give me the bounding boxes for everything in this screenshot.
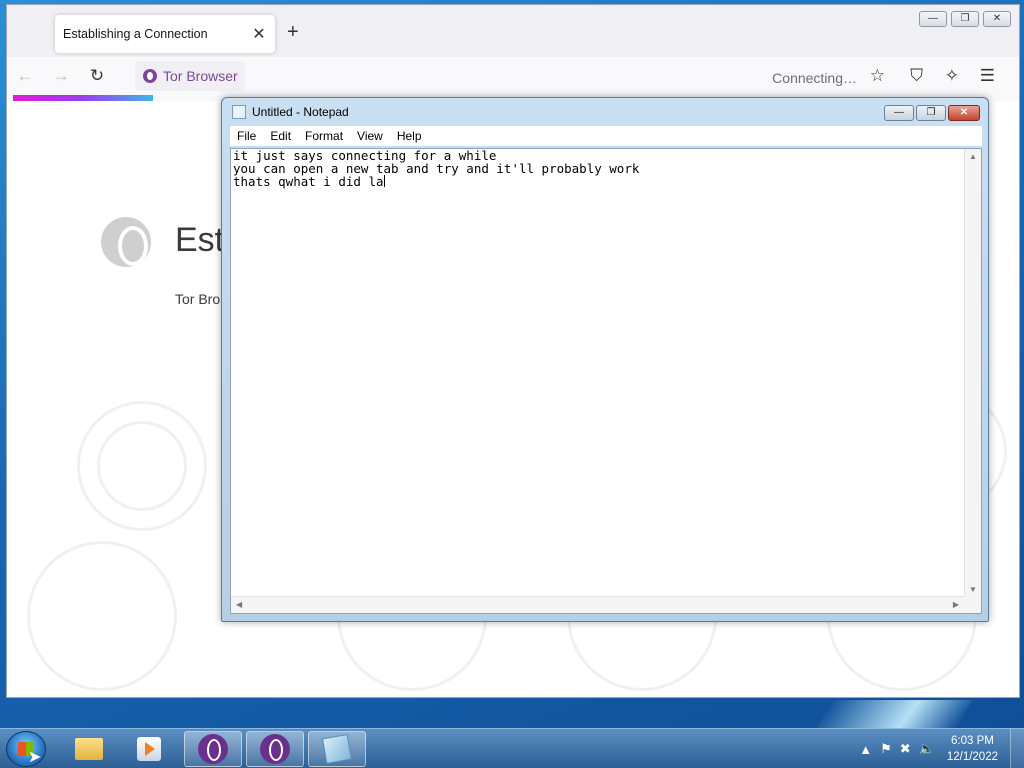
taskbar: ➤ ▲ ⚑ ✖ 🔈 6:03 PM 12/1/2022 [0,728,1024,768]
reload-icon[interactable]: ↻ [79,66,115,86]
taskbar-media-player[interactable] [120,731,178,767]
hamburger-menu-icon[interactable]: ☰ [980,66,995,86]
text-caret [383,175,385,187]
tab-close-icon[interactable]: ✕ [251,24,267,44]
new-tab-button[interactable]: + [287,21,299,44]
folder-icon [75,738,103,760]
background-ring [27,541,177,691]
tor-onion-icon [143,69,157,83]
tor-logo-icon [101,217,151,267]
minimize-button[interactable]: — [919,11,947,27]
mouse-cursor-icon: ➤ [28,749,42,766]
system-tray: ▲ ⚑ ✖ 🔈 6:03 PM 12/1/2022 [859,729,1024,768]
tor-onion-icon [198,734,228,764]
back-arrow-icon[interactable]: ← [7,66,43,86]
taskbar-tor-browser-2[interactable] [246,731,304,767]
media-player-icon [137,737,161,761]
notepad-close-button[interactable]: ✕ [948,105,980,121]
show-desktop-button[interactable] [1010,729,1024,768]
nav-bar: ← → ↻ Tor Browser Connecting… ☆ ⛉ ✧ ☰ [7,57,1019,95]
forward-arrow-icon[interactable]: → [43,66,79,86]
notepad-icon [321,733,353,765]
menu-file[interactable]: File [230,129,263,143]
page-subtext: Tor Bro [175,291,221,307]
notepad-minimize-button[interactable]: — [884,105,914,121]
notepad-maximize-button[interactable]: ❐ [916,105,946,121]
bookmark-star-icon[interactable]: ☆ [870,66,885,86]
notepad-window-controls: — ❐ ✕ [884,105,980,121]
new-identity-broom-icon[interactable]: ✧ [945,66,959,86]
scroll-down-arrow-icon[interactable]: ▼ [969,585,977,594]
background-ring [97,421,187,511]
notepad-text[interactable]: it just says connecting for a while you c… [233,149,961,589]
scroll-left-arrow-icon[interactable]: ◀ [236,600,242,609]
clock-date: 12/1/2022 [946,751,998,763]
url-label: Tor Browser [163,68,238,84]
maximize-button[interactable]: ❐ [951,11,979,27]
tab-establishing-connection[interactable]: Establishing a Connection ✕ [55,15,275,53]
horizontal-scrollbar[interactable]: ◀ ▶ [231,596,964,613]
connection-status: Connecting… [772,70,857,86]
notepad-title: Untitled - Notepad [252,105,349,119]
text-line-with-caret: thats qwhat i did la [233,175,961,188]
action-center-flag-icon[interactable]: ⚑ [880,741,892,757]
notepad-titlebar[interactable]: Untitled - Notepad — ❐ ✕ [222,98,988,126]
browser-window-controls: — ❐ ✕ [919,11,1011,27]
menu-view[interactable]: View [350,129,390,143]
close-button[interactable]: ✕ [983,11,1011,27]
taskbar-explorer[interactable] [60,731,118,767]
network-disconnected-icon[interactable]: ✖ [900,741,911,757]
vertical-scrollbar[interactable]: ▲ ▼ [964,149,981,597]
resize-grip-icon[interactable] [964,596,981,613]
show-hidden-icons-arrow-icon[interactable]: ▲ [859,742,872,757]
notepad-icon [232,105,246,119]
tor-onion-icon [260,734,290,764]
notepad-text-area[interactable]: it just says connecting for a while you c… [230,148,982,614]
shield-icon[interactable]: ⛉ [910,66,923,86]
notepad-window: Untitled - Notepad — ❐ ✕ File Edit Forma… [221,97,989,622]
menu-help[interactable]: Help [390,129,429,143]
tab-title: Establishing a Connection [63,27,208,41]
taskbar-notepad[interactable] [308,731,366,767]
clock[interactable]: 6:03 PM 12/1/2022 [947,733,998,765]
notepad-menubar: File Edit Format View Help [230,126,982,146]
volume-speaker-icon[interactable]: 🔈 [919,741,935,757]
text-line: thats qwhat i did la [233,174,384,189]
taskbar-tor-browser-1[interactable] [184,731,242,767]
menu-format[interactable]: Format [298,129,350,143]
clock-time: 6:03 PM [951,735,994,747]
tab-bar: Establishing a Connection ✕ + — ❐ ✕ [7,5,1019,57]
scroll-up-arrow-icon[interactable]: ▲ [969,152,977,161]
url-bar[interactable]: Tor Browser [135,61,245,91]
scroll-right-arrow-icon[interactable]: ▶ [953,600,959,609]
wallpaper-sweep [815,700,973,730]
menu-edit[interactable]: Edit [263,129,298,143]
